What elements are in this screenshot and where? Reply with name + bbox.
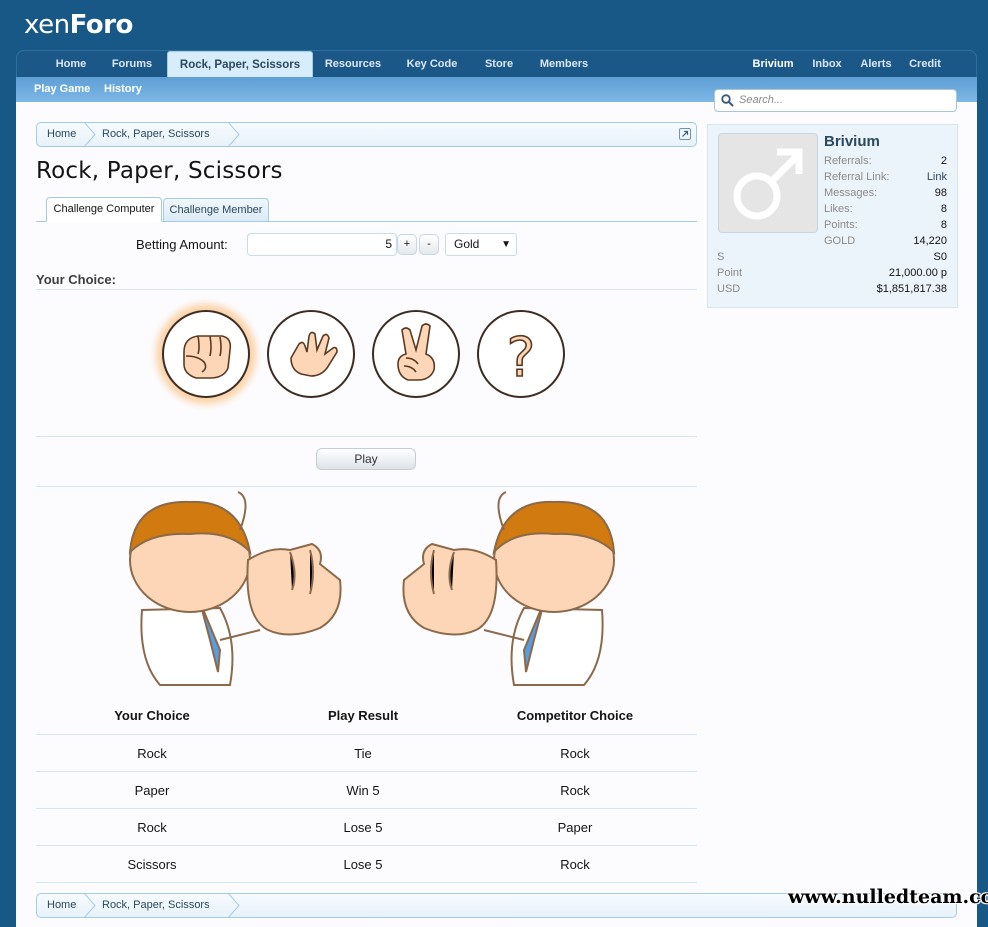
tab-challenge-member[interactable]: Challenge Member [163, 198, 269, 222]
svg-text:?: ? [507, 326, 536, 389]
currency-label: Point [717, 267, 743, 279]
dropdown-arrow-icon: ▼ [501, 239, 511, 250]
choice-rock[interactable] [162, 310, 250, 398]
currency-label: USD [717, 283, 741, 295]
logo-text-part2: Foro [69, 10, 134, 40]
watermark-text: www.nulledteam.com [788, 886, 988, 908]
nav-tab-store[interactable]: Store [479, 51, 519, 78]
search-input[interactable]: Search... [714, 89, 957, 112]
currency-label: S [717, 251, 725, 263]
jump-to-page-icon[interactable] [679, 128, 691, 140]
nav-tab-rock-paper-scissors[interactable]: Rock, Paper, Scissors [167, 51, 313, 79]
results-header-your-choice: Your Choice [114, 708, 190, 723]
search-placeholder: Search... [739, 94, 784, 106]
cell-your-choice: Scissors [127, 857, 177, 872]
results-header-competitor-choice: Competitor Choice [516, 708, 634, 723]
question-mark-icon: ? [506, 325, 536, 390]
stat-value: 14,220 [913, 235, 947, 247]
stat-label: Referrals: [824, 155, 872, 167]
cell-competitor-choice: Paper [557, 820, 593, 835]
breadcrumb-arrow-icon [228, 123, 240, 146]
breadcrumb-home[interactable]: Home [47, 894, 76, 917]
username[interactable]: Brivium [824, 133, 880, 150]
search-icon [721, 94, 734, 107]
logo-text-part1: xen [24, 10, 70, 40]
male-symbol-icon [733, 148, 803, 220]
divider [36, 486, 697, 487]
betting-amount-label: Betting Amount: [136, 237, 228, 252]
betting-amount-input[interactable]: 5 [247, 233, 397, 256]
stat-value: 98 [934, 187, 947, 199]
cell-competitor-choice: Rock [560, 746, 590, 761]
your-choice-label: Your Choice: [36, 272, 116, 287]
nav-account-brivium[interactable]: Brivium [747, 51, 799, 78]
breadcrumb-arrow-icon [84, 123, 96, 146]
stat-value: 8 [940, 219, 947, 231]
breadcrumb-rps[interactable]: Rock, Paper, Scissors [102, 894, 210, 917]
currency-value: $1,851,817.38 [876, 283, 947, 295]
fist-icon [183, 335, 232, 379]
table-divider [36, 882, 697, 883]
site-header: xenForo [0, 0, 988, 52]
stat-value: 2 [940, 155, 947, 167]
divider [36, 436, 697, 437]
cell-play-result: Tie [354, 746, 372, 761]
choice-random[interactable]: ? [477, 310, 565, 398]
nav-inbox[interactable]: Inbox [809, 51, 845, 78]
cell-play-result: Lose 5 [343, 857, 383, 872]
breadcrumb-home[interactable]: Home [47, 123, 76, 146]
currency-select[interactable]: Gold ▼ [445, 233, 517, 256]
nav-tab-key-code[interactable]: Key Code [403, 51, 461, 78]
nav-alerts[interactable]: Alerts [857, 51, 895, 78]
cell-competitor-choice: Rock [560, 857, 590, 872]
table-divider [36, 845, 697, 846]
results-header-play-result: Play Result [327, 708, 399, 723]
choice-paper[interactable] [267, 310, 355, 398]
tab-challenge-computer[interactable]: Challenge Computer [46, 197, 162, 222]
site-logo[interactable]: xenForo [24, 10, 133, 40]
cell-your-choice: Rock [137, 820, 167, 835]
play-button[interactable]: Play [316, 448, 416, 470]
breadcrumb-arrow-icon [84, 894, 96, 917]
choice-scissors[interactable] [372, 310, 460, 398]
currency-value: S0 [933, 251, 947, 263]
nav-tab-resources[interactable]: Resources [321, 51, 385, 78]
table-divider [36, 808, 697, 809]
stat-value: 8 [940, 203, 947, 215]
cell-play-result: Win 5 [346, 783, 380, 798]
open-hand-icon [290, 331, 338, 377]
page-title: Rock, Paper, Scissors [36, 158, 283, 184]
competitor-character [402, 491, 616, 686]
currency-select-value: Gold [454, 237, 480, 251]
divider [36, 289, 697, 290]
subnav-play-game[interactable]: Play Game [34, 77, 90, 102]
cell-your-choice: Paper [134, 783, 170, 798]
increment-button[interactable]: + [397, 234, 417, 255]
table-divider [36, 734, 697, 735]
player-character [128, 491, 342, 686]
table-divider [36, 771, 697, 772]
nav-credit[interactable]: Credit [905, 51, 945, 78]
nav-tab-forums[interactable]: Forums [105, 51, 159, 78]
subnav-history[interactable]: History [104, 77, 142, 102]
stat-label: GOLD [824, 235, 856, 247]
victory-hand-icon [397, 323, 436, 381]
breadcrumb-rps[interactable]: Rock, Paper, Scissors [102, 123, 210, 146]
stat-label: Likes: [824, 203, 853, 215]
main-nav: Home Forums Rock, Paper, Scissors Resour… [16, 50, 977, 79]
stat-label: Messages: [824, 187, 878, 199]
breadcrumb-arrow-icon [228, 894, 240, 917]
nav-tab-home[interactable]: Home [47, 51, 95, 78]
avatar[interactable] [718, 133, 818, 233]
decrement-button[interactable]: - [419, 234, 439, 255]
breadcrumb-top: Home Rock, Paper, Scissors [36, 122, 697, 147]
cell-your-choice: Rock [137, 746, 167, 761]
currency-value: 21,000.00 p [888, 267, 947, 279]
nav-tab-members[interactable]: Members [535, 51, 593, 78]
referral-link[interactable]: Link [880, 171, 947, 183]
cell-play-result: Lose 5 [343, 820, 383, 835]
stat-label: Points: [824, 219, 858, 231]
cell-competitor-choice: Rock [560, 783, 590, 798]
